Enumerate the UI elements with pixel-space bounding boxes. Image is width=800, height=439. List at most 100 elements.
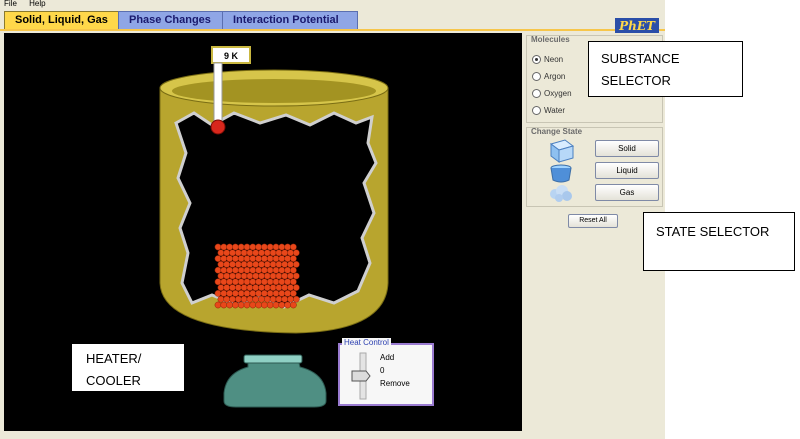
neon-particle	[249, 266, 257, 274]
tab-interaction-potential[interactable]: Interaction Potential	[222, 11, 358, 29]
neon-particle	[269, 249, 277, 257]
neon-particle	[217, 284, 225, 291]
neon-particle	[223, 284, 231, 291]
thermometer-readout: 9 K	[224, 51, 239, 61]
neon-particle	[232, 278, 239, 286]
neon-particle	[275, 272, 283, 280]
neon-particle	[252, 261, 260, 268]
neon-particle	[266, 255, 274, 262]
neon-particle	[292, 249, 300, 257]
neon-particle	[243, 266, 251, 274]
neon-particle	[229, 261, 236, 268]
neon-particle	[261, 290, 268, 297]
simulation-canvas: 9 K HEATER/ COOLER Heat Control Add 0 Re…	[4, 33, 522, 431]
neon-particle	[261, 255, 268, 262]
neon-particle	[229, 284, 236, 291]
heat-remove-label: Remove	[380, 379, 410, 388]
neon-particle	[246, 249, 254, 257]
neon-particle	[284, 266, 291, 274]
neon-particle	[237, 301, 245, 309]
neon-particle	[237, 278, 245, 286]
neon-particle	[281, 295, 289, 303]
neon-particle	[249, 301, 257, 309]
tab-solid-liquid-gas[interactable]: Solid, Liquid, Gas	[4, 11, 124, 29]
radio-water[interactable]: Water	[532, 106, 565, 116]
neon-particle	[214, 266, 222, 274]
tab-phase-changes[interactable]: Phase Changes	[118, 11, 230, 29]
neon-particle	[255, 290, 262, 297]
liquid-button[interactable]: Liquid	[595, 162, 659, 179]
reset-all-button[interactable]: Reset All	[568, 214, 618, 228]
neon-particle	[237, 255, 245, 262]
neon-particle	[214, 290, 222, 297]
molecules-title: Molecules	[531, 35, 570, 44]
neon-particle	[284, 278, 291, 286]
neon-particle	[278, 255, 286, 262]
change-state-group: Change State Solid Liquid Gas	[526, 127, 663, 207]
neon-particle	[292, 272, 300, 280]
neon-particle	[278, 278, 286, 286]
solid-button[interactable]: Solid	[595, 140, 659, 157]
neon-particle	[281, 249, 289, 257]
neon-particle	[229, 249, 236, 257]
neon-particle	[220, 255, 228, 262]
neon-particle	[269, 284, 277, 291]
neon-particle	[232, 301, 239, 309]
neon-particle	[275, 249, 283, 257]
neon-particle	[252, 249, 260, 257]
neon-particle	[249, 278, 257, 286]
menu-file[interactable]: File	[4, 0, 17, 8]
neon-particle	[229, 272, 236, 280]
radio-label-oxygen: Oxygen	[544, 89, 572, 98]
heat-slider-knob[interactable]	[351, 370, 371, 382]
neon-particle	[237, 266, 245, 274]
neon-particle	[261, 301, 268, 309]
neon-particle	[261, 266, 268, 274]
radio-label-neon: Neon	[544, 55, 564, 64]
neon-particle	[226, 255, 233, 262]
neon-particle	[246, 284, 254, 291]
status-strip	[0, 431, 665, 439]
neon-particle	[217, 295, 225, 303]
neon-particle	[275, 284, 283, 291]
state-icons	[549, 139, 575, 202]
neon-particle	[278, 290, 286, 297]
neon-particle	[292, 261, 300, 268]
neon-particle	[278, 266, 286, 274]
neon-particle	[246, 272, 254, 280]
neon-particle	[266, 243, 274, 251]
neon-particle	[226, 278, 233, 286]
neon-particle	[281, 261, 289, 268]
heater-annotation-line1: HEATER/	[86, 351, 142, 366]
change-state-title: Change State	[531, 127, 583, 136]
radio-label-argon: Argon	[544, 72, 566, 81]
radio-dot-argon	[532, 72, 541, 82]
neon-particle	[223, 272, 231, 280]
neon-particle	[272, 266, 280, 274]
neon-particle	[220, 278, 228, 286]
neon-particle	[287, 249, 294, 257]
neon-particle	[258, 272, 265, 280]
burner	[223, 354, 327, 408]
neon-particle	[287, 284, 294, 291]
radio-argon[interactable]: Argon	[532, 72, 565, 82]
neon-particle	[292, 295, 300, 303]
neon-particle	[266, 266, 274, 274]
ice-cube-icon	[549, 139, 575, 163]
gas-button[interactable]: Gas	[595, 184, 659, 201]
radio-oxygen[interactable]: Oxygen	[532, 89, 572, 99]
neon-particle	[217, 249, 225, 257]
neon-particle	[217, 261, 225, 268]
neon-particle	[290, 266, 297, 274]
radio-dot-water	[532, 106, 541, 116]
neon-particle	[287, 261, 294, 268]
neon-particle	[290, 301, 297, 309]
heater-cooler-annotation: HEATER/ COOLER	[71, 343, 185, 392]
menu-help[interactable]: Help	[29, 0, 45, 8]
neon-particle	[252, 272, 260, 280]
neon-particle	[223, 295, 231, 303]
radio-neon[interactable]: Neon	[532, 55, 563, 65]
neon-particle	[232, 266, 239, 274]
neon-particle	[240, 295, 248, 303]
neon-particle-cluster	[214, 243, 300, 309]
